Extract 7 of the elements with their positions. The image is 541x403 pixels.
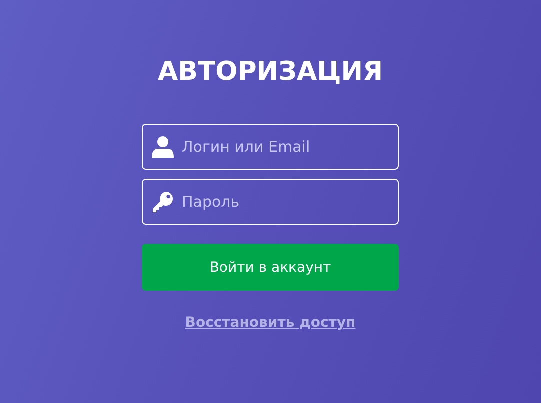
user-icon [152,136,174,158]
recover-link[interactable]: Восстановить доступ [185,315,356,331]
input-field[interactable]: Логин или Email [142,124,399,170]
key-icon [152,191,174,213]
input-field[interactable]: Пароль [142,179,399,225]
form-title: АВТОРИЗАЦИЯ [158,56,384,89]
submit-button[interactable]: Войти в аккаунт [142,244,399,291]
